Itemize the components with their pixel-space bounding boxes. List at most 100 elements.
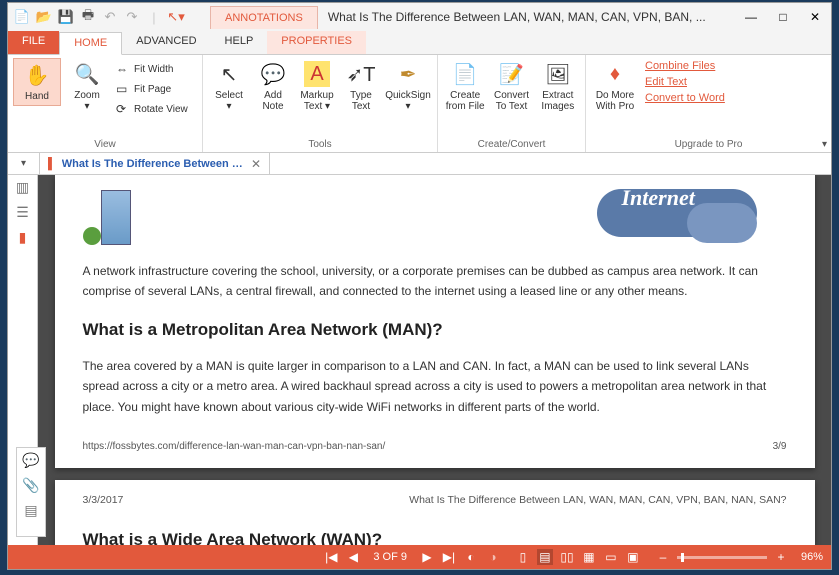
redo-icon[interactable]: ↷	[124, 9, 140, 25]
thumbnails-icon[interactable]: ▥	[16, 179, 29, 196]
last-page-icon[interactable]: ▶|	[441, 550, 457, 564]
window-title: What Is The Difference Between LAN, WAN,…	[318, 10, 735, 24]
pdf-icon: ▌	[48, 158, 56, 170]
prev-page-icon[interactable]: ◀	[345, 550, 361, 564]
quicksign-button[interactable]: ✒ QuickSign▾	[384, 58, 432, 115]
zoom-button[interactable]: 🔍 Zoom▾	[63, 58, 111, 115]
select-icon: ↖	[216, 61, 242, 87]
zoom-slider[interactable]	[677, 556, 767, 559]
tab-help[interactable]: HELP	[211, 31, 268, 54]
rotate-view-button[interactable]: ⟳Rotate View	[113, 100, 191, 118]
markup-label: Markup Text ▾	[298, 90, 336, 112]
tab-file[interactable]: FILE	[8, 31, 59, 54]
zoom-label: Zoom▾	[74, 90, 100, 112]
quicksign-label: QuickSign▾	[385, 90, 431, 112]
select-button[interactable]: ↖ Select▾	[208, 58, 250, 115]
quicksign-icon: ✒	[395, 61, 421, 87]
tab-annotations[interactable]: ANNOTATIONS	[210, 6, 318, 29]
add-note-button[interactable]: 💬Add Note	[252, 58, 294, 115]
combine-files-link[interactable]: Combine Files	[645, 60, 725, 72]
do-more-label: Do More With Pro	[593, 90, 637, 112]
app-icon: 📄	[14, 9, 30, 25]
document-tab[interactable]: ▌ What Is The Difference Between LA... ✕	[40, 153, 270, 174]
body-paragraph: The area covered by a MAN is quite large…	[83, 356, 787, 417]
print-icon[interactable]: 🖶	[80, 9, 96, 25]
continuous-icon[interactable]: ▤	[537, 549, 553, 565]
tab-advanced[interactable]: ADVANCED	[122, 31, 210, 54]
select-label: Select▾	[215, 90, 243, 112]
open-icon[interactable]: 📂	[36, 9, 52, 25]
edit-text-link[interactable]: Edit Text	[645, 76, 725, 88]
convert-to-text-button[interactable]: 📝 Convert To Text	[489, 58, 533, 115]
zoom-icon: 🔍	[74, 61, 100, 87]
bookmarks-icon[interactable]: ☰	[16, 204, 29, 221]
internet-cloud-graphic: Internet	[577, 183, 787, 245]
fit-width-icon: ⇔	[116, 62, 130, 76]
heading-man: What is a Metropolitan Area Network (MAN…	[83, 320, 787, 340]
tools-group-label: Tools	[208, 138, 432, 151]
zoom-in-icon[interactable]: +	[773, 550, 789, 564]
tab-home[interactable]: HOME	[59, 32, 122, 55]
extract-label: Extract Images	[538, 90, 578, 112]
create-from-file-button[interactable]: 📄 Create from File	[443, 58, 487, 115]
body-paragraph: A network infrastructure covering the sc…	[83, 261, 787, 302]
facing-icon[interactable]: ▯▯	[559, 550, 575, 564]
view-mode-b-icon[interactable]: ▣	[625, 550, 641, 564]
heading-wan: What is a Wide Area Network (WAN)?	[83, 530, 787, 545]
next-page-icon[interactable]: ▶	[419, 550, 435, 564]
next-view-icon[interactable]: ◑	[485, 550, 501, 564]
page-footer-url: https://fossbytes.com/difference-lan-wan…	[83, 441, 386, 452]
save-icon[interactable]: 💾	[58, 9, 74, 25]
create-label: Create from File	[445, 90, 485, 112]
typetext-icon: ➶T	[348, 61, 374, 87]
hand-button[interactable]: ✋ Hand	[13, 58, 61, 106]
create-group-label: Create/Convert	[443, 138, 580, 151]
hand-icon: ✋	[24, 62, 50, 88]
convert-text-icon: 📝	[498, 61, 524, 87]
create-icon: 📄	[452, 61, 478, 87]
close-button[interactable]: ✕	[799, 3, 831, 31]
building-graphic	[83, 185, 153, 245]
facing-continuous-icon[interactable]: ▦	[581, 550, 597, 564]
undo-icon[interactable]: ↶	[102, 9, 118, 25]
view-group-label: View	[13, 138, 197, 151]
markup-text-button[interactable]: A Markup Text ▾	[296, 58, 338, 115]
page-4: 3/3/2017 What Is The Difference Between …	[55, 480, 815, 545]
fit-width-button[interactable]: ⇔Fit Width	[113, 60, 191, 78]
cloud-label: Internet	[622, 185, 695, 211]
page-header-date: 3/3/2017	[83, 494, 124, 506]
page-3: Internet A network infrastructure coveri…	[55, 175, 815, 468]
rotate-icon: ⟳	[116, 102, 130, 116]
extract-images-button[interactable]: 🖼 Extract Images	[536, 58, 580, 115]
doctab-menu-icon[interactable]: ▾	[8, 153, 40, 174]
extract-icon: 🖼	[545, 61, 571, 87]
attachments-panel-icon[interactable]: 📎	[22, 477, 39, 494]
maximize-button[interactable]: □	[767, 3, 799, 31]
cursor-tool-icon[interactable]: ↖▾	[168, 9, 184, 25]
single-page-icon[interactable]: ▯	[515, 550, 531, 564]
flag-icon[interactable]: ▮	[19, 229, 27, 246]
view-mode-a-icon[interactable]: ▭	[603, 550, 619, 564]
close-tab-icon[interactable]: ✕	[251, 157, 261, 171]
fit-page-button[interactable]: ▭Fit Page	[113, 80, 191, 98]
page-header-title: What Is The Difference Between LAN, WAN,…	[409, 494, 786, 506]
do-more-button[interactable]: ♦Do More With Pro	[591, 58, 639, 115]
document-viewport[interactable]: Internet A network infrastructure coveri…	[38, 175, 831, 545]
prev-view-icon[interactable]: ◐	[463, 550, 479, 564]
type-text-button[interactable]: ➶T Type Text	[340, 58, 382, 115]
markup-icon: A	[304, 61, 330, 87]
add-note-label: Add Note	[254, 90, 292, 112]
minimize-button[interactable]: —	[735, 3, 767, 31]
collapse-ribbon-icon[interactable]: ▾	[822, 139, 827, 150]
tab-properties[interactable]: PROPERTIES	[267, 31, 366, 54]
convert-to-word-link[interactable]: Convert to Word	[645, 92, 725, 104]
security-panel-icon[interactable]: ▤	[24, 502, 37, 519]
zoom-out-icon[interactable]: –	[655, 550, 671, 564]
convert-text-label: Convert To Text	[491, 90, 531, 112]
page-indicator[interactable]: 3 OF 9	[367, 551, 413, 563]
document-tab-title: What Is The Difference Between LA...	[62, 158, 245, 170]
first-page-icon[interactable]: |◀	[323, 550, 339, 564]
zoom-level[interactable]: 96%	[795, 551, 823, 563]
comments-panel-icon[interactable]: 💬	[22, 452, 39, 469]
type-text-label: Type Text	[342, 90, 380, 112]
